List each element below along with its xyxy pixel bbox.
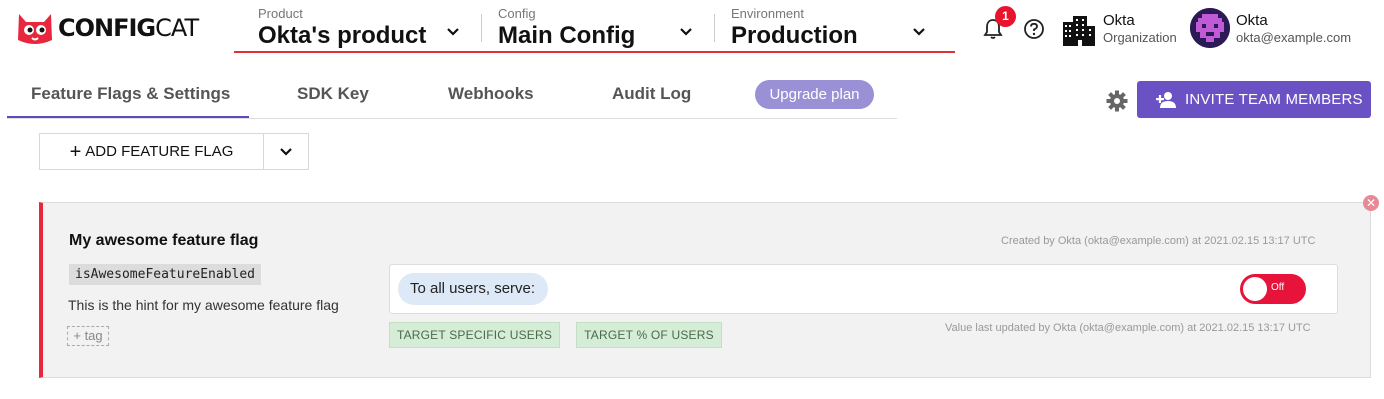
selector-divider	[481, 14, 482, 42]
chevron-down-icon	[447, 28, 459, 36]
product-value: Okta's product	[258, 22, 427, 49]
add-user-icon	[1156, 91, 1176, 108]
top-bar: CONFIGCAT Product Okta's product Config …	[0, 0, 1384, 56]
tab-sdk-key[interactable]: SDK Key	[297, 84, 369, 104]
gear-icon[interactable]	[1106, 90, 1128, 112]
building-icon[interactable]	[1061, 14, 1097, 46]
logo-text: CONFIGCAT	[58, 14, 199, 42]
environment-color-bar	[234, 51, 955, 53]
help-icon[interactable]	[1023, 18, 1045, 40]
product-selector[interactable]: Product Okta's product	[258, 5, 468, 51]
add-tag-button[interactable]: + tag	[67, 326, 109, 346]
cat-logo-icon	[18, 14, 52, 44]
active-tab-indicator	[7, 116, 249, 118]
plus-icon: +	[69, 140, 82, 163]
flag-hint: This is the hint for my awesome feature …	[68, 297, 339, 313]
config-selector[interactable]: Config Main Config	[498, 5, 698, 51]
environment-label: Environment	[731, 6, 804, 21]
chevron-down-icon	[280, 147, 292, 156]
avatar[interactable]	[1190, 8, 1230, 48]
last-updated-info: Value last updated by Okta (okta@example…	[945, 322, 1311, 334]
invite-team-members-button[interactable]: INVITE TEAM MEMBERS	[1137, 81, 1371, 118]
pixel-avatar-icon	[1190, 8, 1230, 48]
tab-audit-log[interactable]: Audit Log	[612, 84, 691, 104]
target-specific-users-button[interactable]: TARGET SPECIFIC USERS	[389, 322, 560, 348]
config-value: Main Config	[498, 22, 636, 49]
add-feature-flag-button[interactable]: + ADD FEATURE FLAG	[39, 133, 264, 170]
organization-name[interactable]: Okta	[1103, 12, 1135, 29]
serve-label: To all users, serve:	[398, 273, 548, 305]
chevron-down-icon	[913, 28, 925, 36]
selector-divider	[714, 14, 715, 42]
close-icon[interactable]: ✕	[1363, 195, 1379, 211]
upgrade-plan-button[interactable]: Upgrade plan	[755, 80, 874, 109]
tab-feature-flags[interactable]: Feature Flags & Settings	[31, 84, 230, 104]
user-email: okta@example.com	[1236, 30, 1352, 45]
toggle-knob	[1243, 277, 1267, 301]
invite-label: INVITE TEAM MEMBERS	[1185, 91, 1363, 108]
toggle-state-label: Off	[1271, 282, 1285, 293]
add-feature-flag-label: ADD FEATURE FLAG	[85, 143, 234, 160]
target-percent-users-button[interactable]: TARGET % OF USERS	[576, 322, 722, 348]
chevron-down-icon	[680, 28, 692, 36]
flag-value-toggle[interactable]: Off	[1240, 274, 1306, 304]
flag-name: My awesome feature flag	[69, 232, 259, 249]
notification-badge: 1	[995, 6, 1016, 27]
product-label: Product	[258, 6, 303, 21]
user-name[interactable]: Okta	[1236, 12, 1268, 29]
environment-selector[interactable]: Environment Production	[731, 5, 931, 51]
add-flag-dropdown-button[interactable]	[263, 133, 309, 170]
organization-sub: Organization	[1103, 30, 1177, 45]
environment-value: Production	[731, 22, 858, 49]
configcat-logo[interactable]: CONFIGCAT	[16, 10, 199, 46]
config-label: Config	[498, 6, 536, 21]
flag-key[interactable]: isAwesomeFeatureEnabled	[69, 264, 262, 285]
created-info: Created by Okta (okta@example.com) at 20…	[1001, 235, 1316, 247]
tab-webhooks[interactable]: Webhooks	[448, 84, 534, 104]
